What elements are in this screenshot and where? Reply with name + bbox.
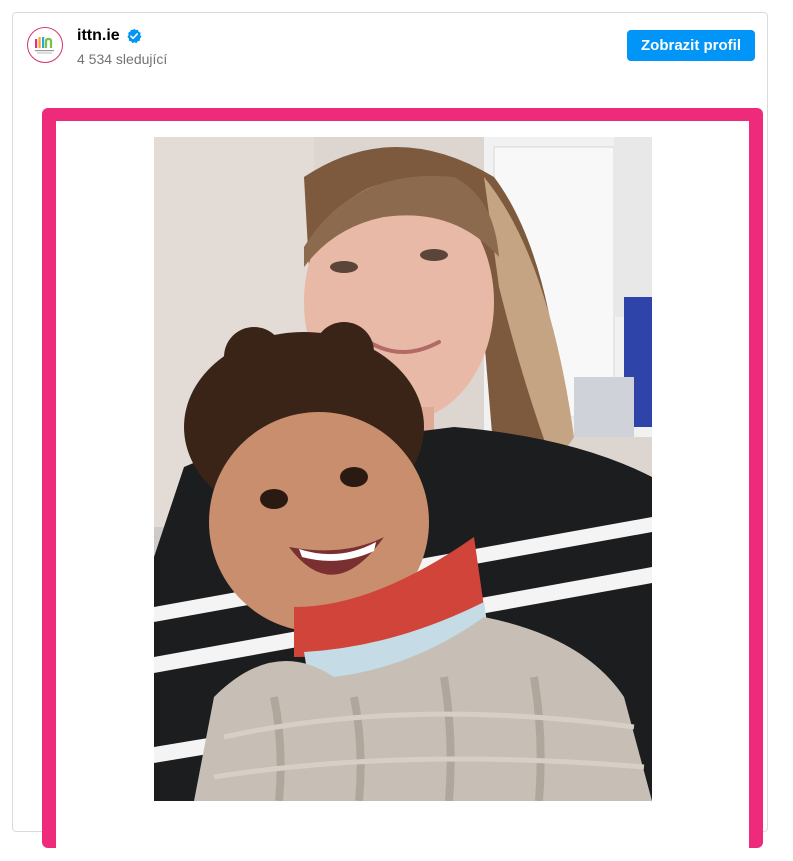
- account-name[interactable]: ittn.ie: [77, 27, 120, 45]
- ittn-logo-icon: [28, 28, 61, 61]
- instagram-embed-card: ittn.ie 4 534 sledující Zobrazit profil: [12, 12, 768, 861]
- post-image-frame: [42, 108, 763, 861]
- followers-count: 4 534 sledující: [77, 51, 168, 67]
- account-name-row: ittn.ie: [77, 27, 142, 45]
- post-header: ittn.ie 4 534 sledující Zobrazit profil: [13, 13, 767, 83]
- photo-woman-and-toddler-image: [154, 137, 652, 801]
- post-photo[interactable]: [154, 137, 652, 801]
- post-image-background: [56, 121, 749, 861]
- profile-avatar[interactable]: [27, 27, 63, 63]
- view-profile-button[interactable]: Zobrazit profil: [627, 30, 755, 61]
- verified-badge-icon: [127, 28, 142, 44]
